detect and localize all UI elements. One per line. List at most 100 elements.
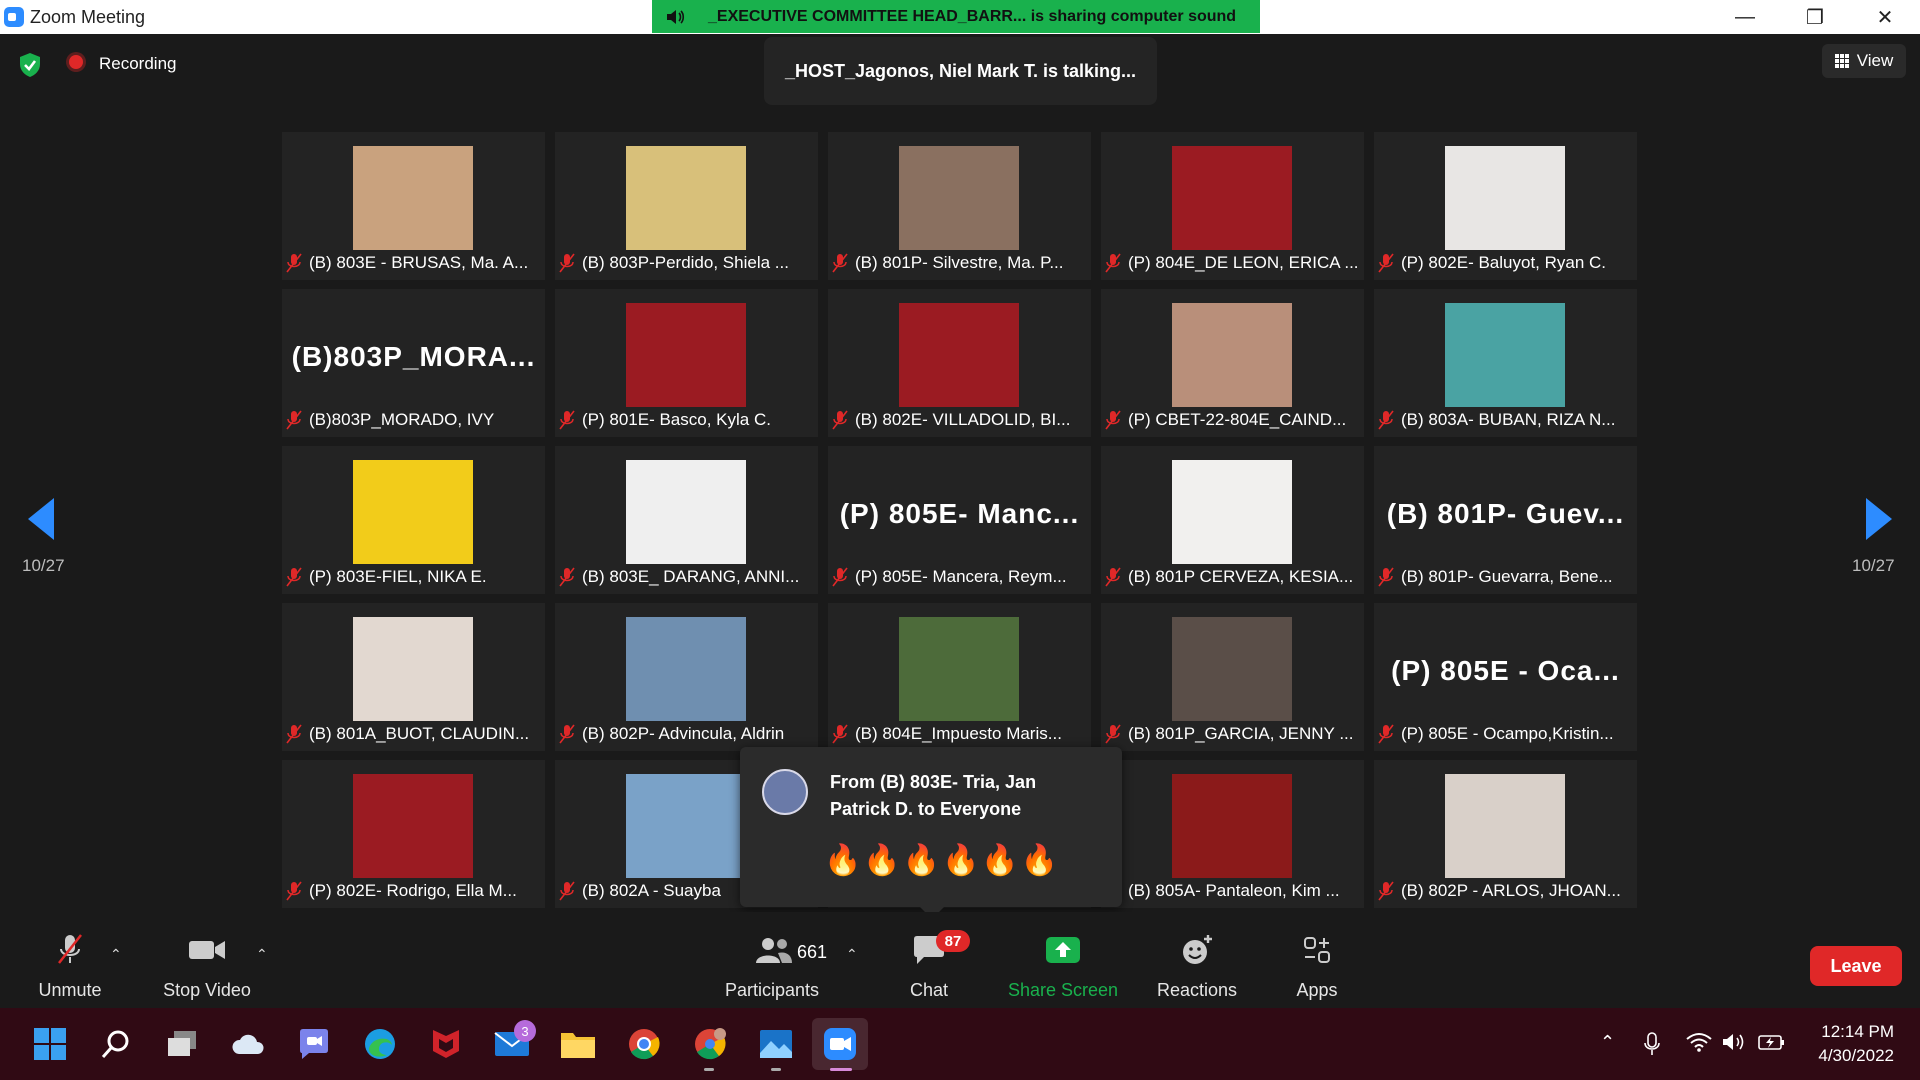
security-shield-icon[interactable]: [18, 52, 42, 78]
muted-mic-icon: [286, 253, 302, 273]
microphone-in-use-icon[interactable]: [1644, 1032, 1660, 1061]
audio-options-caret-icon[interactable]: ⌃: [110, 946, 122, 963]
participant-tile[interactable]: (P) 803E-FIEL, NIKA E.: [282, 446, 545, 594]
participant-caption: (P) 802E- Baluyot, Ryan C.: [1378, 250, 1633, 276]
windows-start-icon[interactable]: [30, 1024, 70, 1064]
participant-tile[interactable]: (B) 801P- Guev... (B) 801P- Guevarra, Ben…: [1374, 446, 1637, 594]
muted-mic-icon: [286, 410, 302, 430]
chrome-profile-icon[interactable]: [690, 1024, 730, 1064]
participant-tile[interactable]: (B) 802P- Advincula, Aldrin: [555, 603, 818, 751]
participant-tile[interactable]: (B) 803P-Perdido, Shiela ...: [555, 132, 818, 280]
participant-tile[interactable]: (B) 803E - BRUSAS, Ma. A...: [282, 132, 545, 280]
taskbar-clock[interactable]: 12:14 PM 4/30/2022: [1806, 1020, 1894, 1068]
unmute-button[interactable]: Unmute: [30, 932, 110, 1001]
participant-video: [1172, 617, 1292, 721]
participant-tile[interactable]: (P) 805E- Manc... (P) 805E- Mancera, Reym…: [828, 446, 1091, 594]
participant-name: (B) 803E_ DARANG, ANNI...: [582, 567, 800, 586]
battery-charging-icon[interactable]: [1758, 1032, 1786, 1057]
file-explorer-icon[interactable]: [558, 1024, 598, 1064]
participant-name: (B) 802A - Suayba: [582, 881, 721, 900]
mcafee-icon[interactable]: [426, 1024, 466, 1064]
minimize-button[interactable]: —: [1710, 0, 1780, 34]
participant-tile[interactable]: (P) 801E- Basco, Kyla C.: [555, 289, 818, 437]
participant-tile[interactable]: (B) 804E_Impuesto Maris...: [828, 603, 1091, 751]
participant-video: [353, 146, 473, 250]
close-button[interactable]: ✕: [1850, 0, 1920, 34]
speaker-icon: [667, 9, 685, 24]
apps-icon: [1304, 937, 1330, 963]
share-screen-button[interactable]: Share Screen: [1000, 932, 1126, 1001]
participant-name: (P) 803E-FIEL, NIKA E.: [309, 567, 487, 586]
participant-video: [626, 774, 746, 878]
chat-sender: From (B) 803E- Tria, Jan Patrick D. to E…: [830, 772, 1037, 819]
zoom-taskbar-icon[interactable]: [812, 1018, 868, 1070]
video-options-caret-icon[interactable]: ⌃: [256, 946, 268, 963]
apps-button[interactable]: Apps: [1286, 932, 1348, 1001]
leave-button[interactable]: Leave: [1810, 946, 1902, 986]
participant-tile[interactable]: (B) 801P- Silvestre, Ma. P...: [828, 132, 1091, 280]
participant-tile[interactable]: (B) 801P CERVEZA, KESIA...: [1101, 446, 1364, 594]
sharing-sound-text: _EXECUTIVE COMMITTEE HEAD_BARR... is sha…: [708, 7, 1237, 25]
participant-tile[interactable]: (B) 803E_ DARANG, ANNI...: [555, 446, 818, 594]
search-icon[interactable]: [96, 1024, 136, 1064]
muted-mic-icon: [1105, 724, 1121, 744]
participant-name-placeholder: (B)803P_MORA...: [291, 341, 536, 372]
reactions-button[interactable]: Reactions: [1150, 932, 1244, 1001]
participant-tile[interactable]: (B) 802E- VILLADOLID, BI...: [828, 289, 1091, 437]
participant-tile[interactable]: (B) 802P - ARLOS, JHOAN...: [1374, 760, 1637, 908]
participant-caption: (P) 802E- Rodrigo, Ella M...: [286, 878, 541, 904]
participant-name: (P) 805E- Mancera, Reym...: [855, 567, 1067, 586]
participant-tile[interactable]: (B) 803A- BUBAN, RIZA N...: [1374, 289, 1637, 437]
weather-widget-icon[interactable]: [228, 1024, 268, 1064]
participant-name: (P) CBET-22-804E_CAIND...: [1128, 410, 1347, 429]
chat-unread-badge: 87: [936, 930, 970, 952]
page-number-left: 10/27: [22, 556, 65, 575]
next-page-arrow-icon[interactable]: [1866, 498, 1892, 540]
muted-mic-icon: [559, 881, 575, 901]
sharing-sound-banner[interactable]: _EXECUTIVE COMMITTEE HEAD_BARR... is sha…: [652, 0, 1260, 33]
participant-caption: (B) 805A- Pantaleon, Kim ...: [1105, 878, 1360, 904]
chat-message-popup[interactable]: From (B) 803E- Tria, Jan Patrick D. to E…: [740, 747, 1122, 919]
participant-video: [1172, 303, 1292, 407]
participants-options-caret-icon[interactable]: ⌃: [846, 946, 858, 963]
view-button[interactable]: View: [1822, 44, 1906, 78]
teams-chat-icon[interactable]: [294, 1024, 334, 1064]
participant-tile[interactable]: (P) 805E - Oca... (P) 805E - Ocampo,Krist…: [1374, 603, 1637, 751]
chrome-icon[interactable]: [624, 1024, 664, 1064]
muted-mic-icon: [1105, 253, 1121, 273]
sender-avatar: [762, 769, 808, 815]
participant-caption: (B) 804E_Impuesto Maris...: [832, 721, 1087, 747]
unmute-label: Unmute: [38, 980, 102, 1000]
muted-mic-icon: [832, 253, 848, 273]
participant-tile[interactable]: (P) 804E_DE LEON, ERICA ...: [1101, 132, 1364, 280]
stop-video-button[interactable]: Stop Video: [152, 932, 262, 1001]
participants-icon: [756, 938, 792, 963]
participant-video: [899, 303, 1019, 407]
participant-tile[interactable]: (B)803P_MORA... (B)803P_MORADO, IVY: [282, 289, 545, 437]
edge-browser-icon[interactable]: [360, 1024, 400, 1064]
apps-label: Apps: [1296, 980, 1338, 1000]
participant-video: [899, 617, 1019, 721]
volume-icon[interactable]: [1722, 1032, 1748, 1057]
restore-button[interactable]: ❐: [1780, 0, 1850, 34]
muted-mic-icon: [286, 567, 302, 587]
photos-icon[interactable]: [756, 1024, 796, 1064]
participant-tile[interactable]: (P) CBET-22-804E_CAIND...: [1101, 289, 1364, 437]
participant-video: [626, 460, 746, 564]
recording-label[interactable]: Recording: [99, 54, 177, 74]
participant-video: [626, 617, 746, 721]
participant-tile[interactable]: (P) 802E- Baluyot, Ryan C.: [1374, 132, 1637, 280]
participant-name: (P) 802E- Baluyot, Ryan C.: [1401, 253, 1607, 272]
wifi-icon[interactable]: [1686, 1032, 1712, 1057]
muted-mic-icon: [1378, 410, 1394, 430]
participant-tile[interactable]: (B) 805A- Pantaleon, Kim ...: [1101, 760, 1364, 908]
participant-tile[interactable]: (P) 802E- Rodrigo, Ella M...: [282, 760, 545, 908]
muted-mic-icon: [832, 410, 848, 430]
participant-tile[interactable]: (B) 801P_GARCIA, JENNY ...: [1101, 603, 1364, 751]
previous-page-arrow-icon[interactable]: [28, 498, 54, 540]
task-view-icon[interactable]: [162, 1024, 202, 1064]
participant-tile[interactable]: (B) 801A_BUOT, CLAUDIN...: [282, 603, 545, 751]
participant-caption: (B) 801P- Guevarra, Bene...: [1378, 564, 1633, 590]
window-title: Zoom Meeting: [30, 7, 146, 27]
show-hidden-icons-caret[interactable]: ⌃: [1600, 1032, 1615, 1053]
